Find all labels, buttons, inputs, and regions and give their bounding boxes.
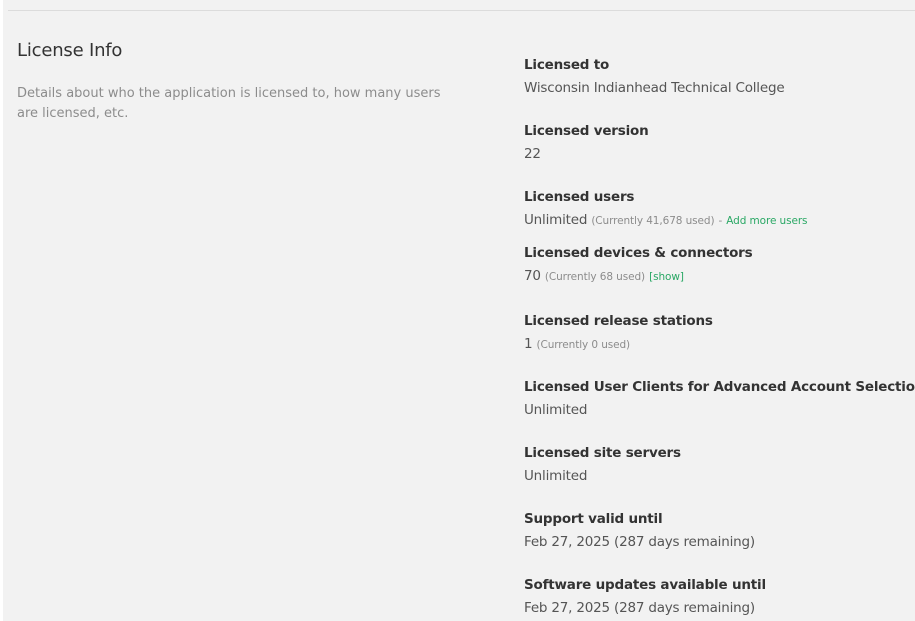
field-licensed-to: Licensed to Wisconsin Indianhead Technic… bbox=[524, 55, 785, 98]
field-support-valid-until: Support valid until Feb 27, 2025 (287 da… bbox=[524, 509, 755, 552]
usage-note: (Currently 0 used) bbox=[536, 339, 631, 351]
field-label: Licensed devices & connectors bbox=[524, 245, 753, 261]
field-value: Feb 27, 2025 (287 days remaining) bbox=[524, 534, 755, 550]
field-value-row: 70 (Currently 68 used) [show] bbox=[524, 266, 752, 287]
field-label: Licensed User Clients for Advanced Accou… bbox=[524, 379, 915, 395]
add-more-users-link[interactable]: Add more users bbox=[726, 215, 807, 227]
usage-note: (Currently 68 used) bbox=[544, 271, 646, 283]
field-value: 70 bbox=[524, 268, 541, 284]
field-value: Feb 27, 2025 (287 days remaining) bbox=[524, 600, 755, 616]
field-label: Licensed site servers bbox=[524, 445, 681, 461]
section-title: License Info bbox=[17, 40, 123, 61]
field-licensed-user-clients: Licensed User Clients for Advanced Accou… bbox=[524, 377, 915, 420]
section-divider bbox=[8, 10, 915, 11]
field-value: 22 bbox=[524, 146, 541, 162]
field-label: Support valid until bbox=[524, 511, 663, 527]
field-software-updates-until: Software updates available until Feb 27,… bbox=[524, 575, 766, 618]
field-label: Licensed to bbox=[524, 57, 610, 73]
field-value: Unlimited bbox=[524, 402, 588, 418]
field-licensed-users: Licensed users Unlimited (Currently 41,6… bbox=[524, 187, 808, 231]
field-label: Software updates available until bbox=[524, 577, 766, 593]
field-label: Licensed version bbox=[524, 123, 649, 139]
usage-note: (Currently 41,678 used) bbox=[591, 215, 715, 227]
field-value-row: 1 (Currently 0 used) bbox=[524, 334, 713, 355]
field-licensed-release-stations: Licensed release stations 1 (Currently 0… bbox=[524, 311, 713, 355]
field-licensed-site-servers: Licensed site servers Unlimited bbox=[524, 443, 681, 486]
show-devices-link[interactable]: [show] bbox=[649, 271, 684, 283]
section-description: Details about who the application is lic… bbox=[17, 86, 441, 121]
section-header: License Info Details about who the appli… bbox=[17, 40, 457, 124]
page-left-edge bbox=[0, 0, 3, 621]
field-licensed-version: Licensed version 22 bbox=[524, 121, 649, 164]
field-label: Licensed release stations bbox=[524, 313, 713, 329]
field-value: Wisconsin Indianhead Technical College bbox=[524, 80, 785, 96]
field-licensed-devices: Licensed devices & connectors 70 (Curren… bbox=[524, 243, 753, 287]
separator: - bbox=[718, 215, 723, 227]
field-value: Unlimited bbox=[524, 468, 588, 484]
field-label: Licensed users bbox=[524, 189, 635, 205]
field-value-row: Unlimited (Currently 41,678 used) - Add … bbox=[524, 210, 808, 231]
field-value: Unlimited bbox=[524, 212, 588, 228]
field-value: 1 bbox=[524, 336, 533, 352]
